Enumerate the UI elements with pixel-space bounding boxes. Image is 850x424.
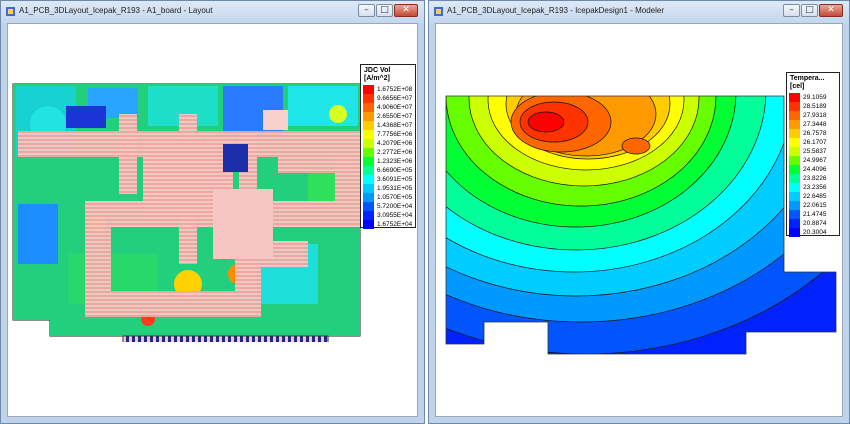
close-button[interactable]: ✕ xyxy=(819,4,843,17)
close-icon: ✕ xyxy=(827,5,835,15)
legend-value: 5.7200E+04 xyxy=(377,203,413,210)
legend-swatch xyxy=(363,85,374,94)
legend-value: 25.5837 xyxy=(803,148,827,155)
modeler-window-titlebar[interactable]: A1_PCB_3DLayout_Icepak_R193 - IcepakDesi… xyxy=(429,1,849,23)
legend-value: 3.0955E+04 xyxy=(377,212,413,219)
legend-value: 4.9060E+07 xyxy=(377,104,413,111)
legend-value: 1.4368E+07 xyxy=(377,122,413,129)
legend-swatch xyxy=(363,130,374,139)
legend-value: 27.9318 xyxy=(803,112,827,119)
legend-value: 7.7756E+06 xyxy=(377,131,413,138)
legend-value: 1.6752E+08 xyxy=(377,86,413,93)
maximize-button[interactable]: □ xyxy=(801,4,818,17)
app-icon xyxy=(434,7,443,16)
legend-swatch xyxy=(363,121,374,130)
legend-value: 21.4745 xyxy=(803,211,827,218)
legend-value: 26.7578 xyxy=(803,130,827,137)
legend-swatch xyxy=(363,103,374,112)
legend-swatch xyxy=(789,183,800,192)
modeler-view[interactable]: Tempera... [cel] 29.1059 28.5189 27.9318 27… xyxy=(435,23,843,417)
legend-value: 2.2772E+06 xyxy=(377,149,413,156)
legend-swatch xyxy=(789,201,800,210)
legend-swatch xyxy=(789,120,800,129)
legend-swatch xyxy=(789,102,800,111)
legend-value: 26.1707 xyxy=(803,139,827,146)
legend-swatch xyxy=(789,174,800,183)
legend-value: 28.5189 xyxy=(803,103,827,110)
legend-value: 24.9967 xyxy=(803,157,827,164)
legend-swatch xyxy=(789,156,800,165)
legend-swatch xyxy=(363,166,374,175)
layout-window-titlebar[interactable]: A1_PCB_3DLayout_Icepak_R193 - A1_board -… xyxy=(1,1,424,23)
legend-value: 6.6690E+05 xyxy=(377,167,413,174)
temperature-plot[interactable] xyxy=(436,24,843,417)
legend-value: 1.6752E+04 xyxy=(377,221,413,228)
legend-value: 4.2079E+06 xyxy=(377,140,413,147)
legend-swatch xyxy=(789,111,800,120)
legend-value: 1.9531E+05 xyxy=(377,185,413,192)
legend-swatch xyxy=(363,112,374,121)
layout-view[interactable]: JDC Vol [A/m^2] 1.6752E+08 9.6656E+07 4.90… xyxy=(7,23,418,417)
legend-value: 9.6656E+07 xyxy=(377,95,413,102)
legend-swatch xyxy=(789,138,800,147)
modeler-window-title: A1_PCB_3DLayout_Icepak_R193 - IcepakDesi… xyxy=(447,6,665,15)
legend-swatch xyxy=(363,193,374,202)
layout-window-title: A1_PCB_3DLayout_Icepak_R193 - A1_board -… xyxy=(19,6,213,15)
close-button[interactable]: ✕ xyxy=(394,4,418,17)
legend-swatch xyxy=(789,129,800,138)
board-contours xyxy=(13,84,360,342)
legend-value: 29.1059 xyxy=(803,94,827,101)
close-icon: ✕ xyxy=(402,5,410,15)
edge-connector xyxy=(122,335,329,342)
legend-value: 20.8874 xyxy=(803,220,827,227)
legend-swatch xyxy=(789,147,800,156)
legend-swatch xyxy=(363,94,374,103)
legend-swatch xyxy=(789,219,800,228)
maximize-icon: □ xyxy=(380,5,389,15)
legend-swatch xyxy=(789,93,800,102)
current-density-legend: JDC Vol [A/m^2] 1.6752E+08 9.6656E+07 4.90… xyxy=(360,64,416,229)
legend-swatch xyxy=(789,192,800,201)
maximize-button[interactable]: □ xyxy=(376,4,393,17)
legend-value: 22.0615 xyxy=(803,202,827,209)
app-icon xyxy=(6,7,15,16)
legend-value: 1.2323E+06 xyxy=(377,158,413,165)
legend-value: 22.6485 xyxy=(803,193,827,200)
maximize-icon: □ xyxy=(805,5,814,15)
minimize-icon: – xyxy=(364,5,369,15)
minimize-button[interactable]: – xyxy=(358,4,375,17)
minimize-icon: – xyxy=(789,5,794,15)
legend-value: 23.8226 xyxy=(803,175,827,182)
legend-value: 1.0570E+05 xyxy=(377,194,413,201)
layout-window[interactable]: A1_PCB_3DLayout_Icepak_R193 - A1_board -… xyxy=(0,0,425,424)
temperature-legend: Tempera... [cel] 29.1059 28.5189 27.9318 27… xyxy=(786,72,840,237)
legend-swatch xyxy=(363,184,374,193)
legend-unit: [cel] xyxy=(790,83,805,90)
temperature-contours xyxy=(446,96,836,354)
legend-swatch xyxy=(789,165,800,174)
minimize-button[interactable]: – xyxy=(783,4,800,17)
current-density-plot[interactable] xyxy=(8,24,418,342)
legend-swatch xyxy=(363,175,374,184)
legend-value: 23.2356 xyxy=(803,184,827,191)
legend-swatch xyxy=(789,210,800,219)
legend-swatch xyxy=(363,202,374,211)
legend-value: 27.3448 xyxy=(803,121,827,128)
legend-swatch xyxy=(363,211,374,220)
legend-swatch xyxy=(363,148,374,157)
legend-swatch xyxy=(363,157,374,166)
legend-value: 24.4096 xyxy=(803,166,827,173)
legend-value: 20.3004 xyxy=(803,229,827,236)
legend-unit: [A/m^2] xyxy=(364,75,390,82)
legend-title: Tempera... xyxy=(790,75,825,82)
legend-value: 2.6550E+07 xyxy=(377,113,413,120)
legend-value: 3.6091E+05 xyxy=(377,176,413,183)
legend-swatch xyxy=(363,220,374,229)
legend-title: JDC Vol xyxy=(364,67,391,74)
legend-swatch xyxy=(363,139,374,148)
legend-swatch xyxy=(789,228,800,237)
modeler-window[interactable]: A1_PCB_3DLayout_Icepak_R193 - IcepakDesi… xyxy=(428,0,850,424)
